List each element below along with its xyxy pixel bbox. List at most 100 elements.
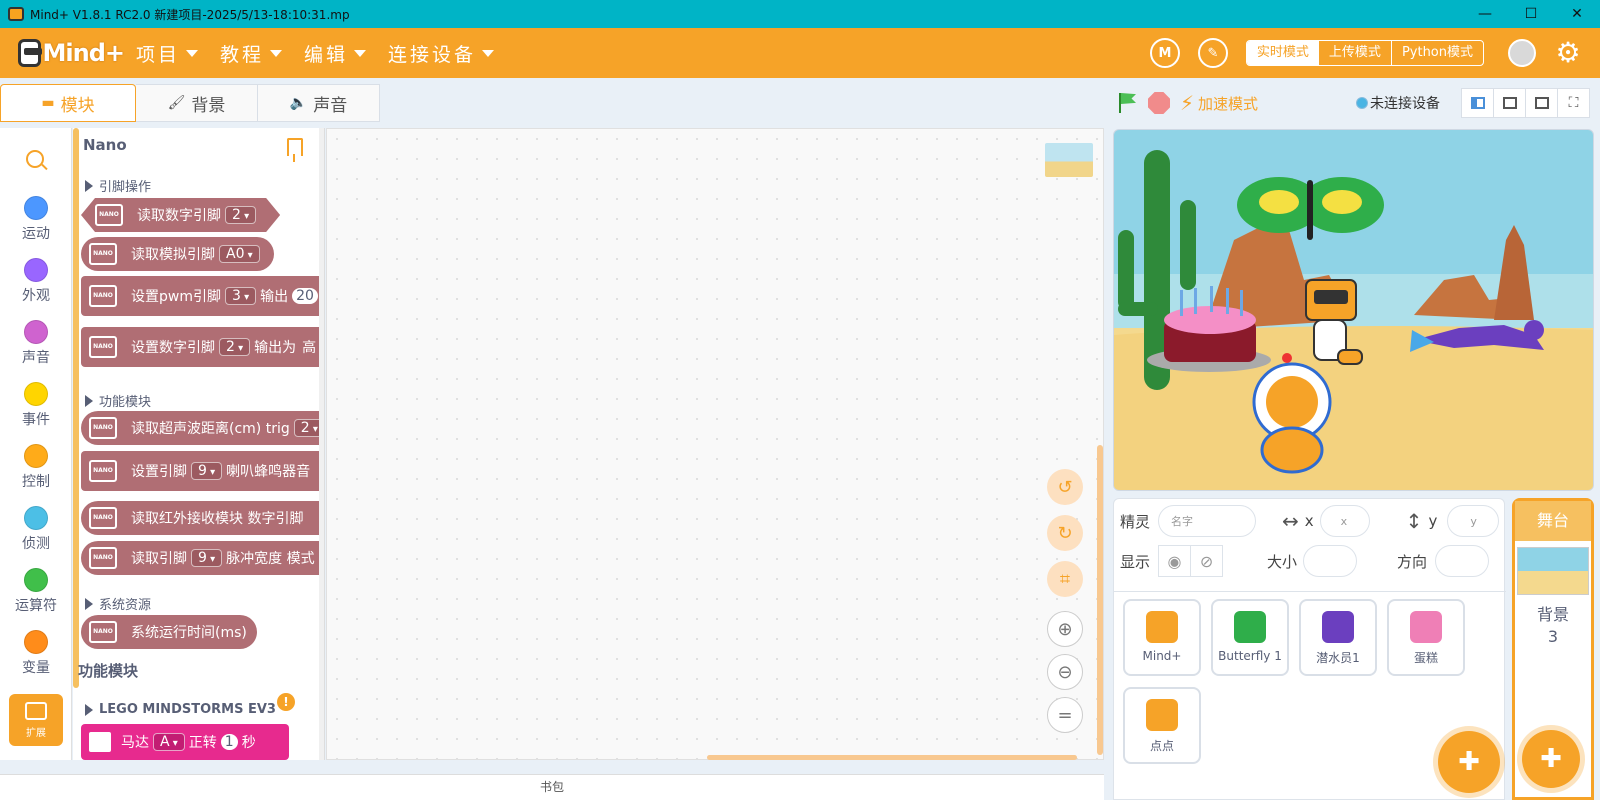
turbo-mode-button[interactable]: 加速模式 (1198, 93, 1258, 114)
category-variables[interactable]: 变量 (0, 630, 72, 677)
add-sprite-button[interactable]: ✚ (1438, 731, 1500, 793)
size-input[interactable] (1303, 545, 1358, 577)
number-input[interactable]: 20 (292, 288, 318, 304)
script-workspace[interactable]: ↺ ↻ ⌗ ⊕ ⊖ = (326, 128, 1104, 760)
layout-large-stage-button[interactable] (1525, 88, 1558, 118)
expand-triangle-icon (85, 597, 93, 610)
green-flag-icon[interactable] (1116, 92, 1138, 114)
section-system-resources[interactable]: 系统资源 (85, 594, 151, 613)
show-sprite-button[interactable]: ◉ (1158, 545, 1192, 577)
block-set-pwm-pin[interactable]: NANO 设置pwm引脚 3 输出 20 (81, 276, 324, 316)
mode-python[interactable]: Python模式 (1390, 41, 1483, 65)
block-read-ultrasonic[interactable]: NANO 读取超声波距离(cm) trig 2 (81, 411, 324, 445)
redo-button[interactable]: ↻ (1047, 515, 1083, 551)
backpack-label: 书包 (539, 780, 564, 794)
crop-button[interactable]: ⌗ (1047, 561, 1083, 597)
pin-dropdown[interactable]: 3 (224, 287, 257, 305)
menu-connect-device[interactable]: 连接设备 (388, 40, 495, 67)
pin-dropdown[interactable]: 2 (225, 206, 256, 224)
x-position-input[interactable]: x (1319, 505, 1370, 537)
category-operators[interactable]: 运算符 (0, 568, 72, 615)
number-input[interactable]: 1 (220, 734, 238, 750)
events-dot-icon (24, 382, 48, 406)
section-lego-ev3[interactable]: LEGO MINDSTORMS EV3 (85, 702, 276, 717)
looks-dot-icon (24, 258, 48, 282)
stage-canvas[interactable] (1113, 129, 1594, 491)
port-dropdown[interactable]: A (153, 733, 185, 751)
menu-tutorial[interactable]: 教程 (220, 40, 283, 67)
minimize-button[interactable]: — (1462, 0, 1508, 28)
sprite-tile-diver[interactable]: 潜水员1 (1299, 599, 1377, 676)
pin-icon[interactable] (287, 138, 303, 162)
block-set-digital-pin[interactable]: NANO 设置数字引脚 2 输出为 高 (81, 327, 324, 367)
category-label: 运动 (22, 226, 50, 242)
block-read-ir-receiver[interactable]: NANO 读取红外接收模块 数字引脚 (81, 501, 324, 535)
category-looks[interactable]: 外观 (0, 258, 72, 305)
backpack-bar[interactable]: 书包 (0, 774, 1104, 800)
mode-upload[interactable]: 上传模式 (1319, 41, 1391, 65)
palette-scrollbar[interactable] (319, 128, 324, 760)
info-icon[interactable]: ! (277, 693, 295, 711)
chevron-down-icon (270, 49, 283, 57)
category-events[interactable]: 事件 (0, 382, 72, 429)
sprite-tile-butterfly[interactable]: Butterfly 1 (1211, 599, 1289, 676)
block-ev3-motor[interactable]: 马达 A 正转 1 秒 (81, 724, 289, 760)
direction-input[interactable] (1435, 545, 1490, 577)
category-control[interactable]: 控制 (0, 444, 72, 491)
section-function-modules[interactable]: 功能模块 (85, 391, 151, 410)
tab-backdrops[interactable]: 🖌 背景 (136, 84, 258, 122)
hide-sprite-button[interactable]: ⊘ (1190, 545, 1224, 577)
stop-icon[interactable] (1148, 92, 1170, 114)
workspace-vertical-scrollbar[interactable] (1097, 445, 1103, 755)
section-label: 引脚操作 (99, 180, 152, 195)
feedback-edit-icon[interactable]: ✎ (1197, 38, 1228, 68)
pin-dropdown[interactable]: A0 (219, 245, 260, 263)
section-pins[interactable]: 引脚操作 (85, 176, 151, 195)
gear-icon[interactable]: ⚙ (1554, 39, 1582, 67)
search-icon[interactable] (26, 150, 44, 168)
vertical-arrows-icon: ↕ (1405, 509, 1423, 533)
sprite-tile-mindplus[interactable]: Mind+ (1123, 599, 1201, 676)
tab-blocks-label: 模块 (60, 95, 95, 116)
undo-button[interactable]: ↺ (1047, 469, 1083, 505)
nano-board-icon: NANO (89, 417, 117, 439)
user-avatar[interactable] (1508, 39, 1536, 67)
block-read-pulse-width[interactable]: NANO 读取引脚 9 脉冲宽度 模式 (81, 541, 324, 575)
pin-dropdown[interactable]: 9 (191, 462, 223, 480)
block-text: 读取超声波距离(cm) trig (131, 421, 290, 437)
stage-panel-title: 舞台 (1515, 501, 1591, 541)
zoom-out-button[interactable]: ⊖ (1047, 654, 1083, 690)
fullscreen-button[interactable]: ⛶ (1557, 88, 1590, 118)
close-button[interactable]: ✕ (1554, 0, 1600, 28)
layout-small-stage-button[interactable] (1461, 88, 1494, 118)
sprite-tile-cake[interactable]: 蛋糕 (1387, 599, 1465, 676)
workspace-horizontal-scrollbar[interactable] (707, 755, 1077, 760)
block-system-runtime[interactable]: NANO 系统运行时间(ms) (81, 615, 257, 649)
layout-side-stage-button[interactable] (1493, 88, 1526, 118)
sprite-tile-dot[interactable]: 点点 (1123, 687, 1201, 764)
add-backdrop-button[interactable]: ✚ (1522, 730, 1580, 788)
sprite-name: 蛋糕 (1413, 651, 1438, 665)
zoom-in-button[interactable]: ⊕ (1047, 611, 1083, 647)
tab-sounds[interactable]: 🔈 声音 (258, 84, 380, 122)
menu-project[interactable]: 项目 (136, 40, 199, 67)
zoom-reset-button[interactable]: = (1047, 697, 1083, 733)
category-sound[interactable]: 声音 (0, 320, 72, 367)
level-dropdown[interactable]: 高 (302, 337, 316, 357)
share-icon[interactable]: M (1149, 38, 1180, 68)
tab-blocks[interactable]: ▬ 模块 (0, 84, 136, 122)
pin-dropdown[interactable]: 2 (219, 338, 251, 356)
category-sensing[interactable]: 侦测 (0, 506, 72, 553)
block-set-buzzer[interactable]: NANO 设置引脚 9 喇叭蜂鸣器音 (81, 451, 324, 491)
pin-dropdown[interactable]: 9 (191, 549, 223, 567)
block-read-digital-pin[interactable]: NANO 读取数字引脚 2 (81, 198, 280, 232)
y-position-input[interactable]: y (1447, 505, 1500, 537)
maximize-button[interactable]: ☐ (1508, 0, 1554, 28)
category-label: 外观 (22, 288, 50, 304)
block-read-analog-pin[interactable]: NANO 读取模拟引脚 A0 (81, 237, 274, 271)
mode-realtime[interactable]: 实时模式 (1246, 41, 1319, 65)
menu-edit[interactable]: 编辑 (304, 40, 367, 67)
category-motion[interactable]: 运动 (0, 196, 72, 243)
extensions-button[interactable]: 扩展 (9, 694, 63, 746)
sprite-name-input[interactable]: 名字 (1158, 505, 1257, 537)
